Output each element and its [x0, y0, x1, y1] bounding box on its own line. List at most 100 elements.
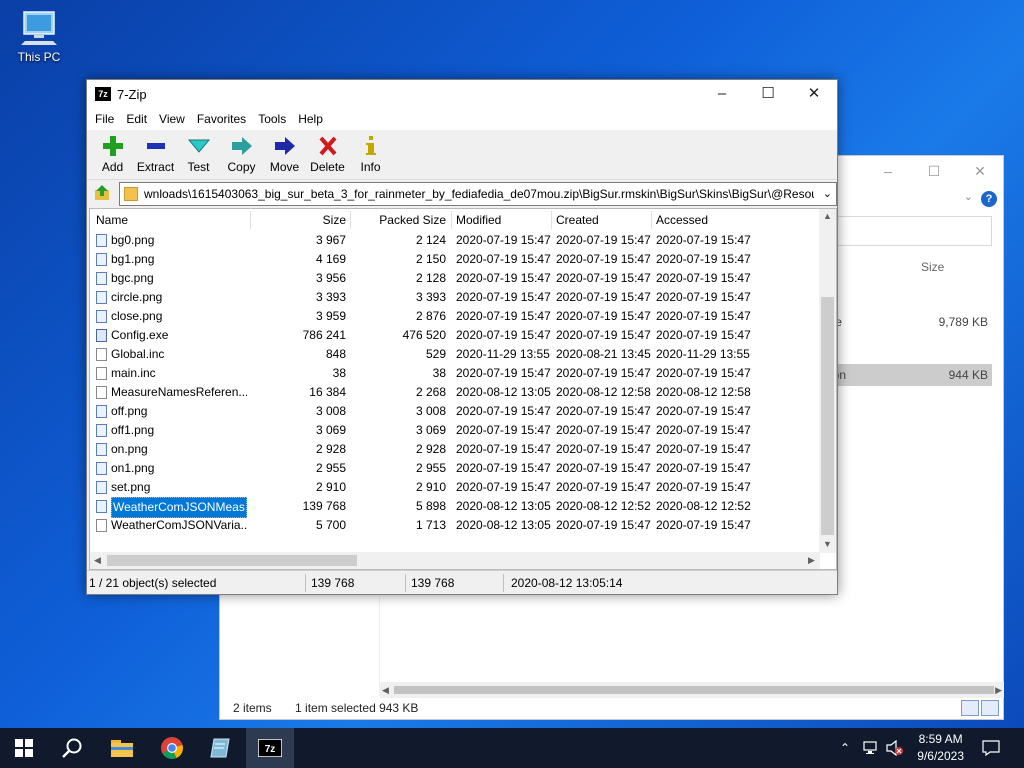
maximize-icon[interactable]: ☐: [911, 156, 957, 186]
selection-count: 1 / 21 object(s) selected: [89, 576, 217, 590]
scrollbar-thumb[interactable]: [821, 297, 834, 535]
menu-favorites[interactable]: Favorites: [191, 108, 252, 130]
taskbar-clock[interactable]: 8:59 AM 9/6/2023: [917, 731, 964, 765]
column-name[interactable]: Name: [96, 209, 128, 231]
file-row[interactable]: off.png 3 008 3 008 2020-07-19 15:47 2020-07…: [90, 402, 820, 421]
computer-icon: [21, 11, 57, 45]
file-row[interactable]: MeasureNamesReferen... 16 384 2 268 2020-08…: [90, 383, 820, 402]
test-button[interactable]: Test: [177, 130, 220, 179]
7zip-icon: 7z: [258, 739, 282, 757]
extract-button[interactable]: Extract: [134, 130, 177, 179]
menu-help[interactable]: Help: [292, 108, 329, 130]
taskbar-7zip[interactable]: 7z: [246, 728, 294, 768]
minimize-icon[interactable]: –: [865, 156, 911, 186]
show-hidden-icons-button[interactable]: ⌃: [840, 728, 850, 768]
vertical-scrollbar[interactable]: ▲ ▼: [819, 209, 836, 553]
file-modified: 2020-07-19 15:47: [456, 328, 551, 342]
file-row[interactable]: Global.inc 848 529 2020-11-29 13:55 2020-08-…: [90, 345, 820, 364]
7zip-window[interactable]: 7z 7-Zip – ☐ ✕ File Edit View Favorites …: [86, 79, 838, 595]
horizontal-scrollbar[interactable]: ◀ ▶: [90, 552, 820, 569]
address-input[interactable]: wnloads\1615403063_big_sur_beta_3_for_ra…: [119, 182, 837, 206]
taskbar-chrome[interactable]: [148, 728, 196, 768]
file-created: 2020-08-21 13:45: [556, 347, 651, 361]
file-accessed: 2020-07-19 15:47: [656, 366, 751, 380]
column-packed-size[interactable]: Packed Size: [350, 209, 446, 231]
menu-view[interactable]: View: [153, 108, 191, 130]
background-size-header[interactable]: Size: [820, 254, 1005, 296]
file-created: 2020-07-19 15:47: [556, 233, 651, 247]
file-packed-size: 2 150: [415, 252, 446, 266]
action-center-button[interactable]: [982, 728, 1000, 768]
file-row[interactable]: circle.png 3 393 3 393 2020-07-19 15:47 2020…: [90, 288, 820, 307]
background-nav-pane: [220, 596, 380, 696]
this-pc-desktop-icon[interactable]: This PC: [14, 8, 64, 64]
title-bar[interactable]: 7z 7-Zip – ☐ ✕: [87, 80, 837, 108]
file-modified: 2020-07-19 15:47: [456, 404, 551, 418]
close-icon[interactable]: ✕: [957, 156, 1003, 186]
up-folder-icon[interactable]: [93, 184, 111, 202]
file-list[interactable]: Name Size Packed Size Modified Created A…: [89, 208, 837, 570]
minimize-button[interactable]: –: [699, 80, 745, 108]
background-search-box[interactable]: [820, 216, 992, 246]
add-button[interactable]: Add: [91, 130, 134, 179]
status-bar: 1 / 21 object(s) selected 139 768 139 76…: [87, 570, 837, 594]
column-size[interactable]: Size: [250, 209, 346, 231]
file-row[interactable]: on.png 2 928 2 928 2020-07-19 15:47 2020-07-…: [90, 440, 820, 459]
chevron-down-icon[interactable]: ⌄: [964, 190, 973, 203]
scrollbar-thumb[interactable]: [107, 555, 357, 566]
info-button[interactable]: Info: [349, 130, 392, 179]
file-created: 2020-07-19 15:47: [556, 480, 651, 494]
file-accessed: 2020-07-19 15:47: [656, 233, 751, 247]
scrollbar-thumb[interactable]: [394, 686, 994, 694]
file-row[interactable]: bg1.png 4 169 2 150 2020-07-19 15:47 2020-07…: [90, 250, 820, 269]
clock-time: 8:59 AM: [918, 732, 963, 746]
file-row[interactable]: main.inc 38 38 2020-07-19 15:47 2020-07-19 1…: [90, 364, 820, 383]
scroll-down-icon[interactable]: ▼: [819, 539, 836, 549]
file-row[interactable]: off1.png 3 069 3 069 2020-07-19 15:47 2020-0…: [90, 421, 820, 440]
column-accessed[interactable]: Accessed: [656, 209, 708, 231]
background-list-item-selected[interactable]: ation 944 KB: [820, 364, 992, 386]
start-button[interactable]: [0, 728, 48, 768]
file-row[interactable]: set.png 2 910 2 910 2020-07-19 15:47 2020-07…: [90, 478, 820, 497]
scroll-right-icon[interactable]: ▶: [995, 682, 1002, 698]
close-button[interactable]: ✕: [791, 80, 837, 108]
details-view-icon[interactable]: [961, 700, 979, 716]
background-horizontal-scrollbar[interactable]: ◀ ▶: [380, 682, 1004, 698]
file-row-selected[interactable]: WeatherComJSONMeas... 139 768 5 898 2020-08…: [90, 497, 820, 518]
column-created[interactable]: Created: [556, 209, 599, 231]
menu-edit[interactable]: Edit: [120, 108, 153, 130]
taskbar-notepad[interactable]: [196, 728, 244, 768]
delete-button[interactable]: Delete: [306, 130, 349, 179]
file-row[interactable]: bg0.png 3 967 2 124 2020-07-19 15:47 2020-07…: [90, 231, 820, 250]
file-row[interactable]: WeatherComJSONVaria... 5 700 1 713 2020-08-…: [90, 516, 820, 535]
copy-button[interactable]: Copy: [220, 130, 263, 179]
volume-muted-icon[interactable]: [886, 728, 904, 768]
image-file-icon: [96, 291, 107, 304]
large-icons-view-icon[interactable]: [981, 700, 999, 716]
scroll-up-icon[interactable]: ▲: [819, 211, 836, 221]
file-accessed: 2020-07-19 15:47: [656, 480, 751, 494]
move-button[interactable]: Move: [263, 130, 306, 179]
scroll-right-icon[interactable]: ▶: [808, 552, 815, 569]
file-created: 2020-07-19 15:47: [556, 271, 651, 285]
scroll-left-icon[interactable]: ◀: [382, 682, 389, 698]
column-modified[interactable]: Modified: [456, 209, 501, 231]
file-row[interactable]: close.png 3 959 2 876 2020-07-19 15:47 2020-…: [90, 307, 820, 326]
background-list-item[interactable]: hive 9,789 KB: [820, 311, 992, 333]
image-file-icon: [96, 462, 107, 475]
file-row[interactable]: Config.exe 786 241 476 520 2020-07-19 15:47…: [90, 326, 820, 345]
help-icon[interactable]: ?: [981, 191, 997, 207]
file-created: 2020-07-19 15:47: [556, 252, 651, 266]
file-name: off1.png: [111, 423, 155, 437]
file-row[interactable]: bgc.png 3 956 2 128 2020-07-19 15:47 2020-07…: [90, 269, 820, 288]
file-row[interactable]: on1.png 2 955 2 955 2020-07-19 15:47 2020-07…: [90, 459, 820, 478]
file-accessed: 2020-07-19 15:47: [656, 442, 751, 456]
scroll-left-icon[interactable]: ◀: [94, 552, 101, 569]
menu-tools[interactable]: Tools: [252, 108, 292, 130]
menu-file[interactable]: File: [89, 108, 120, 130]
search-button[interactable]: [48, 728, 96, 768]
chevron-down-icon[interactable]: ⌄: [823, 183, 832, 205]
network-icon[interactable]: [862, 728, 880, 768]
taskbar-file-explorer[interactable]: [98, 728, 146, 768]
maximize-button[interactable]: ☐: [745, 80, 791, 108]
